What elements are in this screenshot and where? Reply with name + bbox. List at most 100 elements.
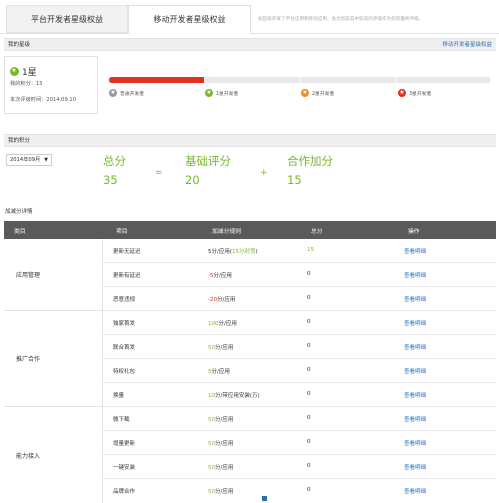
row-item: 微下载 <box>113 417 130 423</box>
progress-divider <box>300 75 301 85</box>
scroll-indicator-icon[interactable] <box>262 496 267 501</box>
detail-title: 加减分详情 <box>5 209 33 215</box>
row-rule-unit: 分/带应用安装(万) <box>215 393 260 399</box>
row-rule-points: 50 <box>208 345 215 351</box>
row-item: 更新有延迟 <box>113 273 141 279</box>
level-card: 1星 我的积分：15 本次评级时间：2014.09.10 <box>4 56 98 114</box>
green-star-icon <box>205 88 213 98</box>
header-category: 类目 <box>14 229 26 235</box>
row-item: 恶意违规 <box>113 297 136 303</box>
row-rule-points: -20 <box>208 297 217 303</box>
row-rule-points: 50 <box>208 489 215 495</box>
row-item: 特权礼包 <box>113 369 136 375</box>
view-details-link[interactable]: 查看明细 <box>404 487 426 495</box>
view-details-link[interactable]: 查看明细 <box>404 247 426 255</box>
row-rule-unit: 分/应用 <box>213 273 232 279</box>
month-value: 2014年09月 <box>10 157 41 163</box>
rating-date-text: 本次评级时间：2014.09.10 <box>10 97 77 103</box>
my-score-title: 我的积分 <box>8 138 31 144</box>
view-details-link[interactable]: 查看明细 <box>404 295 426 303</box>
my-level-header: 我的星级 移动开发者星级权益 <box>4 38 496 51</box>
level-2star-label: 2星开发者 <box>312 91 335 97</box>
row-score: 0 <box>307 319 311 325</box>
row-score: 0 <box>307 415 311 421</box>
level-2star: 2星开发者 <box>301 88 335 98</box>
row-score: 0 <box>307 271 311 277</box>
row-rule-points: 50 <box>208 417 215 423</box>
row-rule-points: 10 <box>208 393 215 399</box>
table-row: 更新无延迟 5分/应用(15分封顶) 15 查看明细 <box>103 239 496 263</box>
table-row: 更新有延迟 -5分/应用 0 查看明细 <box>103 263 496 287</box>
month-select[interactable]: 2014年09月 ▼ <box>6 154 52 166</box>
total-value: 35 <box>103 173 118 187</box>
orange-star-icon <box>301 88 309 98</box>
table-row: 增量更新 50分/应用 0 查看明细 <box>103 431 496 455</box>
view-details-link[interactable]: 查看明细 <box>404 367 426 375</box>
my-score-header: 我的积分 <box>4 134 496 147</box>
row-item: 更新无延迟 <box>113 249 141 255</box>
view-details-link[interactable]: 查看明细 <box>404 391 426 399</box>
star-badge-icon <box>10 66 19 76</box>
row-score: 0 <box>307 367 311 373</box>
header-action: 操作 <box>408 229 420 235</box>
row-rule-points: 50 <box>208 465 215 471</box>
row-score: 15 <box>307 247 314 253</box>
view-details-link[interactable]: 查看明细 <box>404 319 426 327</box>
coop-score-value: 15 <box>287 173 302 187</box>
tab-tip-text: 如您既开发了平台应用和移动应用，会为您取其中较高的评级作为您的最终评级。 <box>258 17 424 22</box>
table-row: 品牌合作 50分/应用 0 查看明细 <box>103 479 496 503</box>
view-details-link[interactable]: 查看明细 <box>404 463 426 471</box>
view-details-link[interactable]: 查看明细 <box>404 343 426 351</box>
base-score-label: 基础评分 <box>185 154 231 168</box>
row-rule-unit: 分/应用 <box>216 297 236 303</box>
table-row: 特权礼包 5分/应用 0 查看明细 <box>103 359 496 383</box>
category-promotion: 推广合作 <box>4 311 103 407</box>
row-rule-unit: 分/应用 <box>211 369 230 375</box>
header-rule: 加减分规则 <box>212 229 241 235</box>
row-item: 一键安装 <box>113 465 136 471</box>
level-1star: 1星开发者 <box>205 88 238 98</box>
table-row: 微下载 50分/应用 0 查看明细 <box>103 407 496 431</box>
table-row: 换量 10分/带应用安装(万) 0 查看明细 <box>103 383 496 407</box>
row-score: 0 <box>307 343 311 349</box>
table-row: 一键安装 50分/应用 0 查看明细 <box>103 455 496 479</box>
row-rule-text: 5分/应用( <box>208 249 232 255</box>
view-details-link[interactable]: 查看明细 <box>404 439 426 447</box>
category-label: 能力接入 <box>16 452 41 460</box>
progress-divider <box>396 75 397 85</box>
row-item: 联合首发 <box>113 345 136 351</box>
row-item: 独家首发 <box>113 321 136 327</box>
row-rule-unit: 分/应用 <box>215 465 234 471</box>
category-app-management: 应用管理 <box>4 239 103 311</box>
level-value: 1星 <box>22 68 37 78</box>
equals-sign: = <box>155 168 163 178</box>
header-total: 总分 <box>311 229 323 235</box>
total-label: 总分 <box>103 154 126 168</box>
table-row: 恶意违规 -20分/应用 0 查看明细 <box>103 287 496 311</box>
level-normal: 普通开发者 <box>109 88 144 98</box>
row-rule-unit: 分/应用 <box>218 321 237 327</box>
row-rule-points: 50 <box>208 441 215 447</box>
header-item: 项目 <box>116 229 128 235</box>
row-item: 增量更新 <box>113 441 136 447</box>
level-3star: 3星开发者 <box>398 88 432 98</box>
row-score: 0 <box>307 487 311 493</box>
chevron-down-icon: ▼ <box>44 157 48 163</box>
coop-score-label: 合作加分 <box>287 154 333 168</box>
view-details-link[interactable]: 查看明细 <box>404 415 426 423</box>
my-level-title: 我的星级 <box>8 42 31 48</box>
row-item: 换量 <box>113 393 125 399</box>
level-3star-label: 3星开发者 <box>409 91 432 97</box>
tab-platform-developer[interactable]: 平台开发者星级权益 <box>6 5 128 33</box>
level-progress-fill <box>109 77 204 83</box>
table-header: 类目 项目 加减分规则 总分 操作 <box>4 221 496 239</box>
red-star-icon <box>398 88 406 98</box>
mobile-benefits-link[interactable]: 移动开发者星级权益 <box>442 39 492 51</box>
view-details-link[interactable]: 查看明细 <box>404 271 426 279</box>
plus-sign: + <box>260 168 268 178</box>
level-normal-label: 普通开发者 <box>120 91 144 97</box>
tab-bar: 平台开发者星级权益 移动开发者星级权益 如您既开发了平台应用和移动应用，会为您取… <box>0 0 499 34</box>
row-rule-suffix: ) <box>255 249 258 255</box>
row-score: 0 <box>307 391 311 397</box>
tab-mobile-developer[interactable]: 移动开发者星级权益 <box>128 5 251 34</box>
